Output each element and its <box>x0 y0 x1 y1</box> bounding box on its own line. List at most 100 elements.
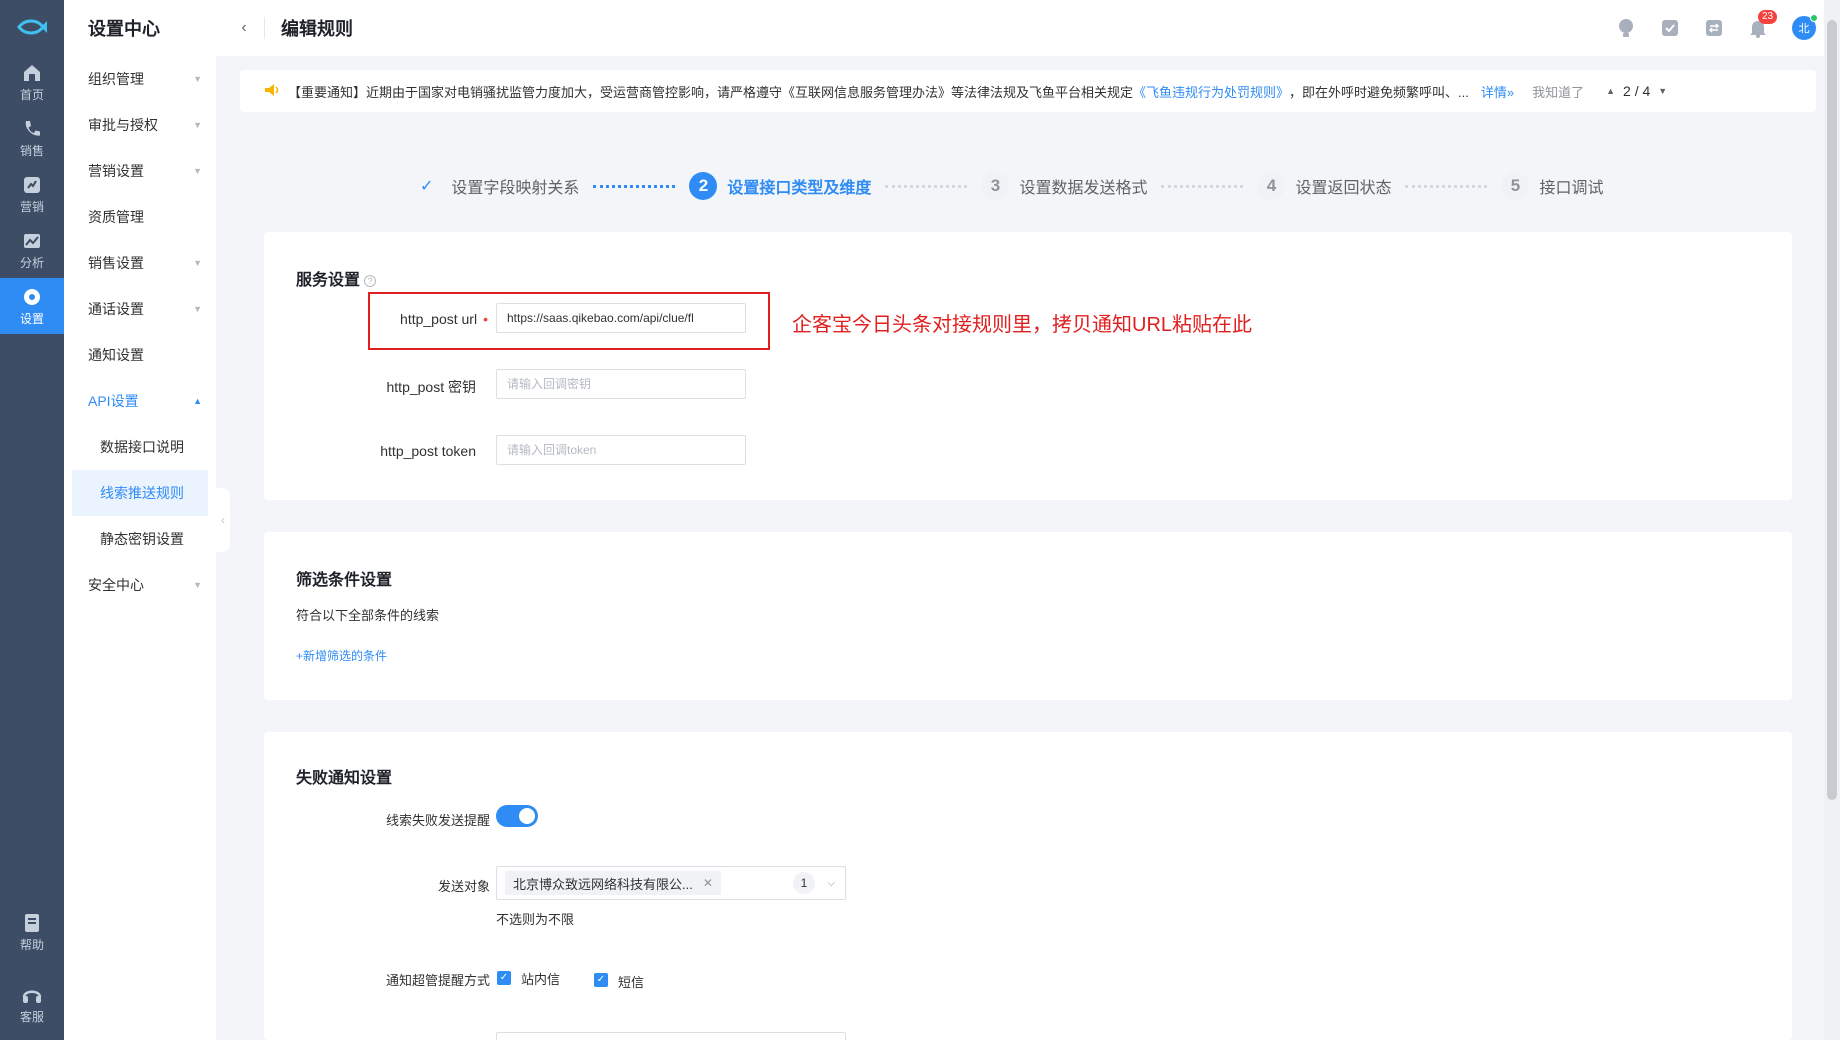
app-nav-rail: 首页 销售 营销 分析 设置 帮助 客服 <box>0 0 64 1040</box>
step-label: 设置字段映射关系 <box>451 180 580 197</box>
sms-checkbox[interactable]: ✓ <box>594 973 608 987</box>
next-notice-icon[interactable]: ▼ <box>1658 86 1667 96</box>
menu-item-approval[interactable]: 审批与授权 ▼ <box>64 102 216 148</box>
section-title: 筛选条件设置 <box>296 572 393 589</box>
task-check-icon[interactable] <box>1660 18 1680 38</box>
step-3[interactable]: 3 设置数据发送格式 <box>981 172 1147 200</box>
menu-item-sales-settings[interactable]: 销售设置 ▼ <box>64 240 216 286</box>
notice-bar: 【重要通知】近期由于国家对电销骚扰监管力度加大，受运营商管控影响，请严格遵守《互… <box>240 70 1816 112</box>
menu-item-api-settings[interactable]: API设置 ▲ <box>64 378 216 424</box>
step-1[interactable]: ✓ 设置字段映射关系 <box>420 174 579 198</box>
question-help-icon[interactable]: ? <box>364 274 377 287</box>
next-field-input[interactable] <box>496 1032 846 1040</box>
headset-icon <box>22 990 42 1003</box>
add-filter-condition-link[interactable]: +新增筛选的条件 <box>296 647 387 664</box>
step-number: 4 <box>1257 172 1286 200</box>
menu-item-org[interactable]: 组织管理 ▼ <box>64 56 216 102</box>
chevron-down-icon: ⌵ <box>827 877 835 889</box>
prev-notice-icon[interactable]: ▲ <box>1606 86 1615 96</box>
rail-item-marketing[interactable]: 营销 <box>0 166 64 222</box>
step-2[interactable]: 2 设置接口类型及维度 <box>689 172 871 200</box>
failure-reminder-toggle[interactable] <box>496 805 538 827</box>
annotation-text: 企客宝今日头条对接规则里，拷贝通知URL粘贴在此 <box>792 314 1253 336</box>
in-app-message-checkbox[interactable]: ✓ <box>497 971 511 985</box>
rail-item-home[interactable]: 首页 <box>0 54 64 110</box>
menu-label: 销售设置 <box>88 255 144 271</box>
rail-item-label: 首页 <box>19 87 44 102</box>
notice-text-tail: ，即在外呼时避免频繁呼叫、... <box>1289 84 1469 100</box>
menu-item-qualification[interactable]: 资质管理 <box>64 194 216 240</box>
caret-down-icon: ▼ <box>193 166 202 176</box>
http-post-url-input[interactable] <box>496 303 746 333</box>
filter-description: 符合以下全部条件的线索 <box>296 608 440 623</box>
avatar-text: 北 <box>1798 23 1810 35</box>
notify-method-label: 通知超管提醒方式 <box>385 973 490 988</box>
http-post-token-label: http_post token <box>380 443 476 459</box>
menu-sub-data-interface[interactable]: 数据接口说明 <box>64 424 216 470</box>
step-label: 设置接口类型及维度 <box>727 180 872 197</box>
header-divider <box>264 17 265 39</box>
selected-count: 1 <box>793 872 815 894</box>
page-header: ‹ 编辑规则 23 北 <box>216 0 1824 56</box>
rail-item-settings[interactable]: 设置 <box>0 278 64 334</box>
rail-item-label: 营销 <box>19 199 44 214</box>
menu-item-notification-settings[interactable]: 通知设置 <box>64 332 216 378</box>
step-4[interactable]: 4 设置返回状态 <box>1257 172 1391 200</box>
filter-settings-card: 筛选条件设置 符合以下全部条件的线索 +新增筛选的条件 <box>264 532 1792 700</box>
step-connector <box>1161 184 1244 188</box>
caret-down-icon: ▼ <box>193 74 202 84</box>
lightbulb-icon[interactable] <box>1616 18 1636 38</box>
caret-down-icon: ▼ <box>193 258 202 268</box>
http-post-token-input[interactable] <box>496 435 746 465</box>
collapse-submenu-button[interactable]: ‹ <box>216 488 230 552</box>
label-text: http_post url <box>400 311 478 327</box>
page-scrollbar[interactable] <box>1824 0 1840 1040</box>
bell-icon[interactable]: 23 <box>1748 10 1778 38</box>
menu-label: 营销设置 <box>88 163 144 179</box>
step-label: 设置数据发送格式 <box>1019 180 1148 197</box>
step-number: 2 <box>689 172 718 200</box>
menu-item-security[interactable]: 安全中心 ▼ <box>64 562 216 608</box>
menu-item-marketing-settings[interactable]: 营销设置 ▼ <box>64 148 216 194</box>
menu-label: 通话设置 <box>88 301 144 317</box>
required-marker: • <box>483 311 488 327</box>
caret-down-icon: ▼ <box>193 304 202 314</box>
http-post-secret-input[interactable] <box>496 369 746 399</box>
rail-item-label: 销售 <box>19 143 44 158</box>
menu-sub-static-key[interactable]: 静态密钥设置 <box>64 516 216 562</box>
send-target-select[interactable]: 北京博众致远网络科技有限公... ✕ 1 ⌵ <box>496 866 846 900</box>
dismiss-button[interactable]: 我知道了 <box>1532 82 1584 101</box>
back-arrow-icon[interactable]: ‹ <box>224 19 264 37</box>
rail-item-support[interactable]: 客服 <box>0 968 64 1040</box>
failure-reminder-label: 线索失败发送提醒 <box>385 813 490 828</box>
section-title: 失败通知设置 <box>296 770 393 787</box>
phone-icon <box>25 120 40 136</box>
avatar[interactable]: 北 <box>1792 14 1818 40</box>
menu-label: 通知设置 <box>88 347 144 363</box>
details-link[interactable]: 详情» <box>1481 82 1514 101</box>
rail-item-help[interactable]: 帮助 <box>0 896 64 968</box>
rail-item-sales[interactable]: 销售 <box>0 110 64 166</box>
rail-item-label: 客服 <box>19 1009 44 1024</box>
menu-sub-lead-push-rules[interactable]: 线索推送规则 <box>72 470 208 516</box>
fish-logo-icon[interactable] <box>0 0 64 54</box>
rail-item-analysis[interactable]: 分析 <box>0 222 64 278</box>
rail-item-label: 设置 <box>19 311 44 326</box>
step-number: 5 <box>1501 172 1530 200</box>
scrollbar-thumb[interactable] <box>1827 20 1837 800</box>
step-connector <box>885 184 968 188</box>
switch-app-icon[interactable] <box>1704 18 1724 38</box>
step-indicator: ✓ 设置字段映射关系 2 设置接口类型及维度 3 设置数据发送格式 4 设置返回… <box>420 166 1603 206</box>
close-icon[interactable]: ✕ <box>703 876 713 890</box>
step-5[interactable]: 5 接口调试 <box>1501 172 1603 200</box>
tag-text: 北京博众致远网络科技有限公... <box>513 876 693 892</box>
penalty-rules-link[interactable]: 《飞鱼违规行为处罚规则》 <box>1133 82 1289 101</box>
section-title: 服务设置? <box>296 266 377 290</box>
step-number: 3 <box>981 172 1010 200</box>
marketing-icon <box>24 176 40 193</box>
step-label: 设置返回状态 <box>1295 180 1392 197</box>
menu-item-call-settings[interactable]: 通话设置 ▼ <box>64 286 216 332</box>
step-connector <box>1405 184 1488 188</box>
sms-label: 短信 <box>618 975 645 990</box>
settings-icon <box>24 288 40 305</box>
